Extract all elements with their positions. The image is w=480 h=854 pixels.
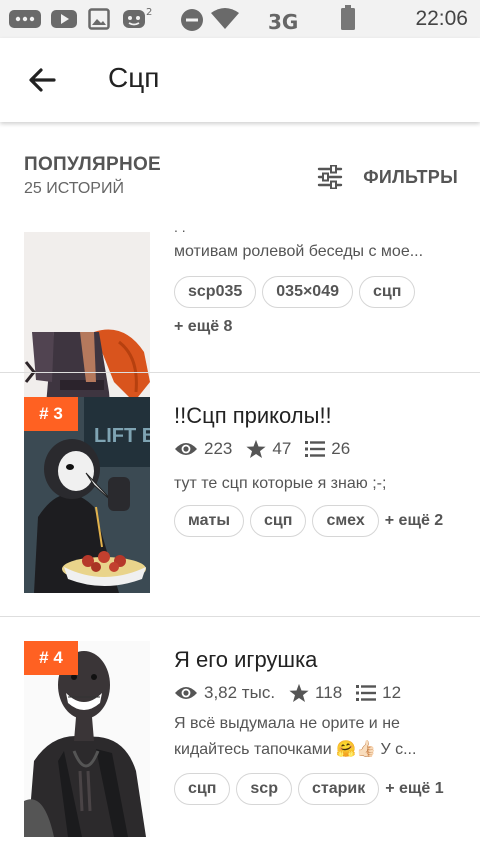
tag-chip[interactable]: старик [297,773,380,805]
cover-sign-text: LIFT B [94,425,150,447]
more-tags-link[interactable]: + ещё 2 [385,512,443,530]
do-not-disturb-icon [181,9,203,31]
section-header: ПОПУЛЯРНОЕ 25 ИСТОРИЙ ФИЛЬТРЫ [0,122,480,220]
back-button[interactable] [22,60,62,100]
tag-chip[interactable]: сцп [174,773,231,805]
story-description: тут те сцп которые я знаю ;-; [174,475,387,492]
story-description-line: кидайтесь тапочками 🤗👍🏻 У с... [174,741,417,758]
story-description: мотивам ролевой беседы с мое... [174,243,424,260]
youtube-notification-icon [51,10,77,28]
wifi-icon [211,8,239,29]
star-icon [289,683,309,702]
eye-icon [175,443,197,455]
list-icon [356,685,377,701]
filters-label: ФИЛЬТРЫ [363,166,458,187]
parts-count: 26 [331,439,351,458]
story-description-fragment: . . [174,222,186,235]
tag-chip[interactable]: scp [236,773,292,805]
story-title[interactable]: Я его игрушка [174,647,317,673]
filter-sliders-icon [318,165,343,189]
page-title: Сцп [108,62,160,93]
story-cover-image[interactable]: LIFT B # 3 [24,397,150,593]
tag-chip[interactable]: смех [312,505,379,537]
story-stats: 223 47 26 [174,437,364,461]
story-stats: 3,82 тыс. 118 12 [174,681,415,705]
rank-badge: # 4 [24,641,78,675]
stars-count: 47 [272,439,292,458]
svg-text:2: 2 [146,7,152,18]
story-description-line: Я всё выдумала не орите и не [174,715,400,732]
app-bar: Сцп [0,38,480,122]
section-title: ПОПУЛЯРНОЕ [24,154,162,175]
story-card[interactable]: . . мотивам ролевой беседы с мое... scp0… [0,220,480,428]
tag-chip[interactable]: scp035 [174,276,257,308]
tag-list: scp035 035×049 сцп [174,276,421,308]
tag-chip[interactable]: сцп [359,276,416,308]
views-count: 3,82 тыс. [204,683,276,702]
filters-button[interactable]: ФИЛЬТРЫ [317,162,458,192]
tag-list: сцп scp старик + ещё 1 [174,773,444,805]
network-type: 3G [268,10,299,34]
views-count: 223 [204,439,233,458]
status-bar: 2 3G 22:06 [0,0,480,38]
tag-chip[interactable]: маты [174,505,245,537]
tag-chip[interactable]: сцп [250,505,307,537]
story-card[interactable]: LIFT B # 3 !!Сцп приколы!! 223 47 26 тут… [0,373,480,617]
list-icon [305,441,326,457]
story-list: . . мотивам ролевой беседы с мое... scp0… [0,220,480,854]
story-card[interactable]: # 4 Я его игрушка 3,82 тыс. 118 12 Я всё… [0,617,480,854]
messenger-notification-icon: 2 [123,7,152,28]
chat-notification-icon [9,10,41,28]
gallery-notification-icon [88,8,110,30]
more-tags-link[interactable]: + ещё 8 [174,318,232,336]
more-tags-link[interactable]: + ещё 1 [385,780,443,798]
story-title[interactable]: !!Сцп приколы!! [174,403,332,429]
story-count: 25 ИСТОРИЙ [24,180,124,197]
clock: 22:06 [415,7,468,30]
rank-badge: # 3 [24,397,78,431]
tag-list: маты сцп смех + ещё 2 [174,505,443,537]
eye-icon [175,687,197,699]
battery-icon [341,5,355,30]
parts-count: 12 [382,683,402,702]
tag-chip[interactable]: 035×049 [262,276,353,308]
stars-count: 118 [315,683,343,702]
arrow-back-icon [29,68,56,92]
story-cover-image[interactable]: # 4 [24,641,150,837]
star-icon [246,439,266,458]
